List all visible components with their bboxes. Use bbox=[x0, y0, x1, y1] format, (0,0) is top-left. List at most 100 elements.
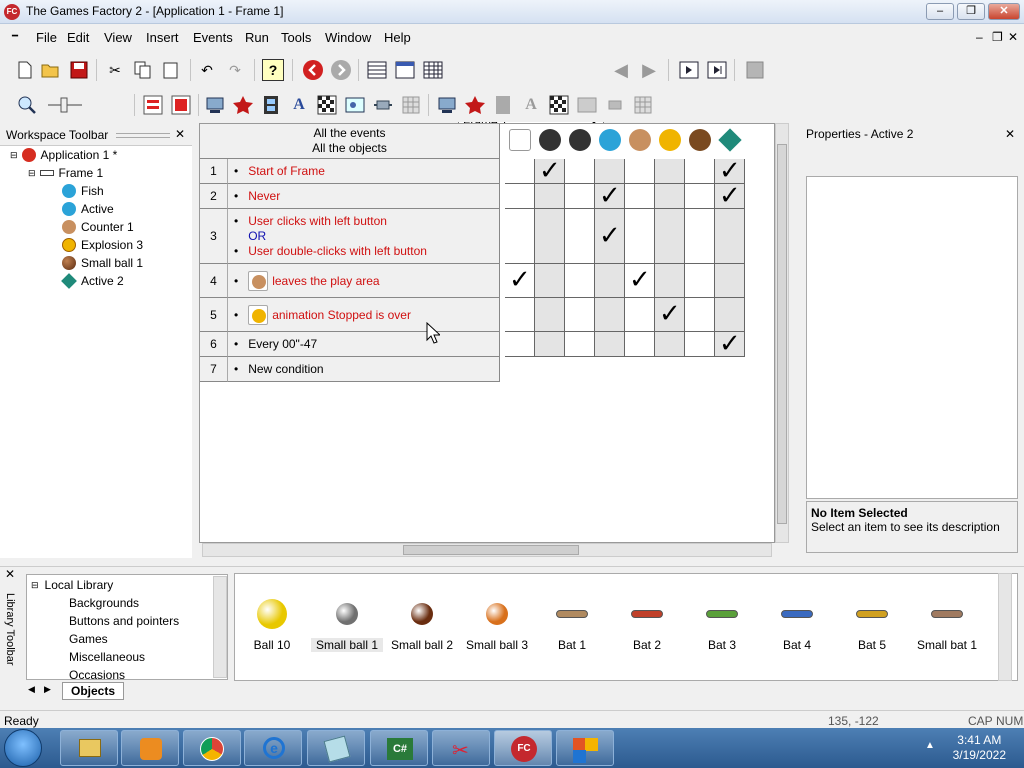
properties-close-icon[interactable]: ✕ bbox=[1005, 127, 1015, 141]
mouse-keyboard-icon[interactable] bbox=[566, 126, 594, 154]
fish-icon[interactable] bbox=[596, 126, 624, 154]
event-grid-cell[interactable] bbox=[715, 298, 745, 332]
event-grid-cell[interactable] bbox=[565, 332, 595, 357]
library-item[interactable]: Bat 4 bbox=[761, 598, 833, 652]
library-item[interactable]: Small ball 1 bbox=[311, 598, 383, 652]
run-application-icon[interactable] bbox=[706, 59, 728, 81]
picture-disabled-icon[interactable] bbox=[576, 94, 598, 116]
event-editor-icon[interactable] bbox=[422, 59, 444, 81]
event-grid-cell[interactable] bbox=[715, 264, 745, 298]
event-grid-cell[interactable] bbox=[565, 298, 595, 332]
tree-node-small-ball[interactable]: Small ball 1 bbox=[62, 255, 143, 271]
event-grid-cell[interactable] bbox=[505, 159, 535, 184]
csharp-taskbar-button[interactable]: C# bbox=[370, 730, 428, 766]
open-icon[interactable] bbox=[40, 59, 62, 81]
previous-frame-icon[interactable]: ◀ bbox=[610, 59, 632, 81]
event-number[interactable]: 5 bbox=[200, 298, 228, 332]
taskbar-clock[interactable]: 3:41 AM 3/19/2022 bbox=[953, 733, 1006, 763]
horizontal-scrollbar[interactable] bbox=[202, 543, 772, 557]
undo-icon[interactable]: ↶ bbox=[196, 59, 218, 81]
event-grid-cell[interactable]: ✓ bbox=[595, 209, 625, 264]
event-grid-cell[interactable] bbox=[565, 159, 595, 184]
event-condition[interactable]: • Never bbox=[228, 184, 500, 209]
redo-icon[interactable]: ↷ bbox=[224, 59, 246, 81]
library-item[interactable]: Small ball 2 bbox=[386, 598, 458, 652]
event-grid-cell[interactable] bbox=[655, 209, 685, 264]
library-node-local[interactable]: ⊟ Local Library bbox=[31, 577, 113, 593]
tree-node-active-2[interactable]: Active 2 bbox=[61, 273, 124, 289]
explorer-taskbar-button[interactable] bbox=[60, 730, 118, 766]
library-item[interactable]: Bat 2 bbox=[611, 598, 683, 652]
paste-icon[interactable] bbox=[160, 59, 182, 81]
event-grid-cell[interactable] bbox=[565, 209, 595, 264]
library-item[interactable]: Bat 5 bbox=[836, 598, 908, 652]
grid-icon[interactable] bbox=[400, 94, 422, 116]
explosion-icon[interactable] bbox=[656, 126, 684, 154]
library-item[interactable]: Small ball 3 bbox=[461, 598, 533, 652]
event-grid-cell[interactable] bbox=[685, 332, 715, 357]
menu-help[interactable]: Help bbox=[384, 30, 411, 45]
library-close-icon[interactable]: ✕ bbox=[5, 567, 15, 581]
minimize-button[interactable]: – bbox=[926, 3, 954, 20]
event-grid-cell[interactable]: ✓ bbox=[715, 331, 745, 357]
storyboard-controls-icon-2[interactable] bbox=[436, 94, 458, 116]
save-icon[interactable] bbox=[68, 59, 90, 81]
library-item[interactable]: Bat 1 bbox=[536, 598, 608, 652]
all-objects-label[interactable]: All the objects bbox=[200, 141, 499, 156]
plug-icon[interactable] bbox=[372, 94, 394, 116]
zoom-slider[interactable] bbox=[46, 94, 84, 116]
library-item[interactable]: Ball 10 bbox=[236, 598, 308, 652]
tree-node-fish[interactable]: Fish bbox=[62, 183, 104, 199]
menu-run[interactable]: Run bbox=[245, 30, 269, 45]
insert-comment-icon[interactable] bbox=[170, 94, 192, 116]
event-grid-cell[interactable] bbox=[685, 209, 715, 264]
insert-event-icon[interactable] bbox=[142, 94, 164, 116]
event-number[interactable]: 4 bbox=[200, 264, 228, 298]
frame-editor-icon[interactable] bbox=[394, 59, 416, 81]
picture-icon[interactable] bbox=[344, 94, 366, 116]
event-grid-cell[interactable] bbox=[565, 264, 595, 298]
timer-keyboard-icon[interactable] bbox=[536, 126, 564, 154]
text-object-icon[interactable]: A bbox=[288, 94, 310, 116]
grip-icon[interactable] bbox=[116, 133, 170, 138]
mdi-restore-button[interactable]: ❐ bbox=[992, 30, 1003, 44]
new-icon[interactable] bbox=[14, 59, 36, 81]
event-number[interactable]: 7 bbox=[200, 357, 228, 382]
filmstrip-icon[interactable] bbox=[260, 94, 282, 116]
event-number[interactable]: 3 bbox=[200, 209, 228, 264]
help-icon[interactable]: ? bbox=[262, 59, 284, 81]
event-grid-cell[interactable] bbox=[655, 332, 685, 357]
event-grid-cell[interactable]: ✓ bbox=[595, 183, 625, 209]
filmstrip-disabled-icon[interactable] bbox=[492, 94, 514, 116]
event-grid-cell[interactable] bbox=[685, 298, 715, 332]
counter-icon[interactable] bbox=[626, 126, 654, 154]
zoom-icon[interactable] bbox=[16, 94, 38, 116]
event-grid-cell[interactable] bbox=[535, 209, 565, 264]
event-grid-cell[interactable] bbox=[565, 184, 595, 209]
event-grid-cell[interactable] bbox=[505, 184, 535, 209]
mdi-system-icon[interactable]: ━ bbox=[12, 31, 18, 42]
storyboard-editor-icon[interactable] bbox=[366, 59, 388, 81]
event-grid-cell[interactable] bbox=[655, 184, 685, 209]
event-grid-cell[interactable] bbox=[505, 332, 535, 357]
tab-scroll-left-icon[interactable]: ◀ bbox=[28, 684, 35, 695]
checkerboard-icon-2[interactable] bbox=[548, 94, 570, 116]
close-button[interactable]: ✕ bbox=[988, 3, 1020, 20]
event-grid-cell[interactable] bbox=[535, 264, 565, 298]
library-items-scrollbar[interactable] bbox=[998, 573, 1012, 681]
tree-node-active[interactable]: Active bbox=[62, 201, 114, 217]
event-grid-cell[interactable]: ✓ bbox=[655, 298, 685, 332]
event-grid-cell[interactable] bbox=[625, 159, 655, 184]
event-grid-cell[interactable]: ✓ bbox=[535, 158, 565, 184]
mdi-close-button[interactable]: ✕ bbox=[1008, 30, 1018, 44]
copy-icon[interactable] bbox=[132, 59, 154, 81]
tray-expand-icon[interactable]: ▲ bbox=[925, 740, 935, 751]
event-grid-cell[interactable] bbox=[625, 184, 655, 209]
workspace-close-icon[interactable]: ✕ bbox=[175, 127, 185, 141]
vertical-scroll-thumb[interactable] bbox=[777, 144, 787, 524]
library-node-buttons[interactable]: Buttons and pointers bbox=[69, 613, 179, 629]
event-grid-cell[interactable] bbox=[625, 209, 655, 264]
event-grid-cell[interactable] bbox=[625, 298, 655, 332]
menu-view[interactable]: View bbox=[104, 30, 132, 45]
stop-icon[interactable] bbox=[744, 59, 766, 81]
